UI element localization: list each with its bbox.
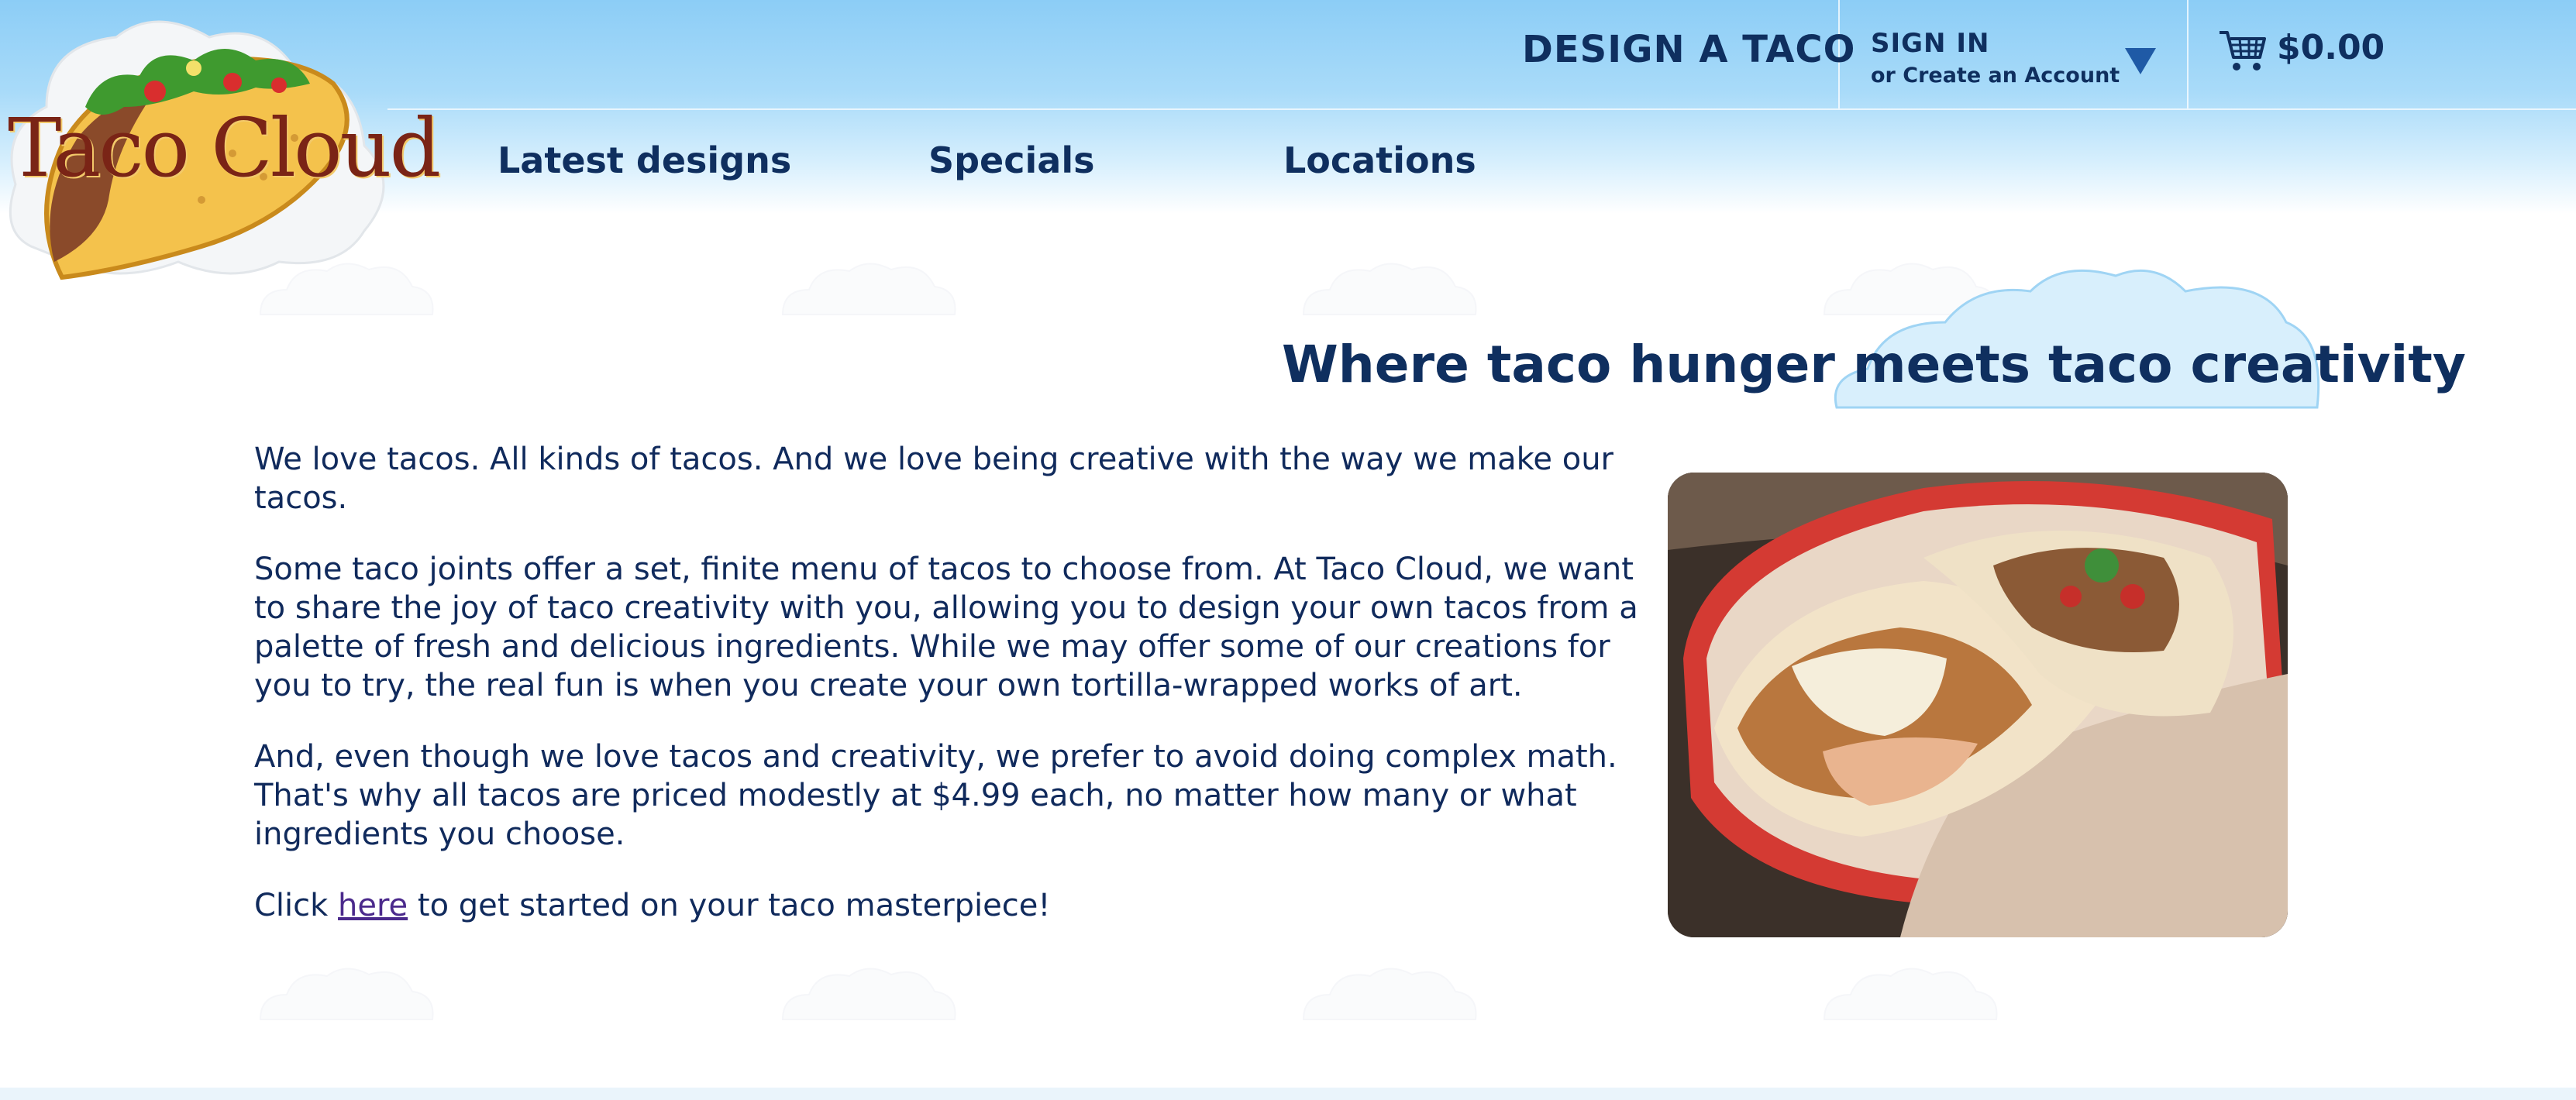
logo-wordmark: Taco Cloud xyxy=(8,101,441,195)
cta-paragraph: Click here to get started on your taco m… xyxy=(254,886,1641,925)
cta-suffix: to get started on your taco masterpiece! xyxy=(417,888,1051,923)
cloud-decoration xyxy=(775,961,961,1023)
pricing-paragraph: And, even though we love tacos and creat… xyxy=(254,739,1617,852)
page-headline: Where taco hunger meets taco creativity xyxy=(1282,335,2466,394)
taco-photo-illustration xyxy=(1668,473,2288,937)
taco-cloud-logo[interactable]: Taco Cloud xyxy=(0,14,441,293)
create-account-link[interactable]: or Create an Account xyxy=(1871,64,2120,88)
cart-total[interactable]: $0.00 xyxy=(2277,28,2385,67)
design-a-taco-link[interactable]: DESIGN A TACO xyxy=(1522,28,1855,71)
cloud-decoration xyxy=(775,256,961,318)
nav-locations[interactable]: Locations xyxy=(1283,139,1476,181)
cloud-decoration xyxy=(253,961,439,1023)
header-separator xyxy=(2187,0,2189,108)
intro-paragraph: We love tacos. All kinds of tacos. And w… xyxy=(254,442,1614,516)
triangle-down-icon[interactable] xyxy=(2125,48,2156,74)
description-paragraph: Some taco joints offer a set, finite men… xyxy=(254,552,1638,703)
cloud-decoration xyxy=(1296,961,1482,1023)
design-here-link[interactable]: here xyxy=(338,888,408,923)
nav-latest-designs[interactable]: Latest designs xyxy=(498,139,791,181)
cloud-decoration xyxy=(1817,961,2003,1023)
footer-strip xyxy=(0,1088,2576,1100)
header-divider xyxy=(387,108,2576,110)
taco-photo xyxy=(1668,473,2288,937)
cta-prefix: Click xyxy=(254,888,329,923)
sign-in-link[interactable]: SIGN IN xyxy=(1871,28,1989,59)
cloud-decoration xyxy=(1296,256,1482,318)
nav-specials[interactable]: Specials xyxy=(928,139,1094,181)
shopping-cart-icon[interactable] xyxy=(2218,28,2268,74)
main-content: We love tacos. All kinds of tacos. And w… xyxy=(254,440,1641,957)
